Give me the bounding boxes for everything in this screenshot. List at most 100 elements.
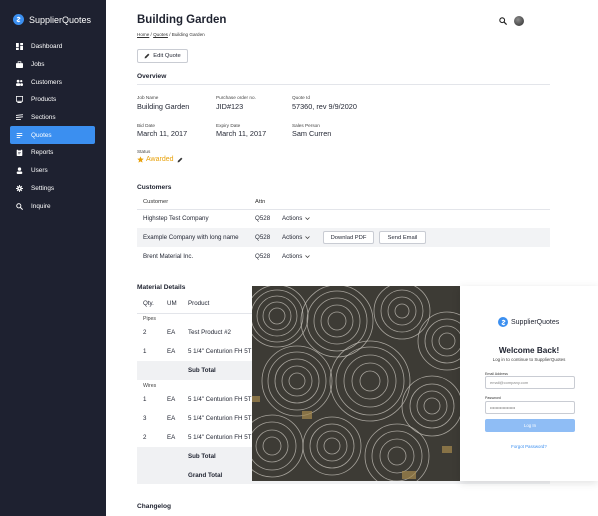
login-brand-name: SupplierQuotes (511, 318, 560, 326)
page-title: Building Garden (137, 14, 227, 26)
sidebar-item-label: Users (31, 167, 48, 175)
column-header-attn: Attn (255, 199, 266, 205)
brand-name: SupplierQuotes (29, 14, 92, 25)
customer-name: Highstep Test Company (143, 215, 209, 222)
grand-total-label: Grand Total (188, 471, 223, 479)
star-icon (137, 156, 144, 163)
login-card: SupplierQuotes Welcome Back! Log in to c… (460, 286, 598, 481)
gear-icon (16, 184, 23, 192)
actions-label: Actions (282, 234, 303, 241)
send-email-button[interactable]: Send Email (379, 231, 426, 244)
login-heading: Welcome Back! (498, 346, 560, 355)
user-icon (16, 167, 23, 175)
actions-dropdown[interactable]: Actions (282, 247, 311, 266)
column-header-um: UM (167, 300, 177, 307)
brand[interactable]: SupplierQuotes (13, 14, 91, 25)
login-button[interactable]: Log In (485, 419, 575, 432)
customer-name: Example Company with long name (143, 234, 239, 241)
monitor-icon (16, 96, 23, 104)
breadcrumb-quotes[interactable]: Quotes (153, 32, 168, 37)
sidebar-item-label: Customers (31, 78, 62, 86)
download-pdf-button[interactable]: Downlad PDF (323, 231, 374, 244)
customer-attn: Q528 (255, 215, 271, 222)
sidebar-item-inquire[interactable]: Inquire (10, 197, 95, 215)
sidebar-item-sections[interactable]: Sections (10, 109, 95, 127)
row-um: EA (167, 348, 176, 355)
sidebar-item-quotes[interactable]: Quotes (10, 126, 95, 145)
login-brand: SupplierQuotes (498, 317, 559, 327)
divider (137, 84, 550, 85)
expiry-date-value: March 11, 2017 (216, 129, 267, 138)
quote-id-value: 57360, rev 9/9/2020 (292, 102, 357, 111)
quote-id-label: Quote Id (292, 95, 310, 100)
subtotal-label: Sub Total (188, 453, 216, 460)
row-qty: 1 (143, 396, 147, 403)
status-text: Awarded (146, 156, 174, 163)
row-qty: 3 (143, 415, 147, 422)
edit-status-icon[interactable] (177, 157, 183, 163)
changelog-title: Changelog (137, 503, 172, 510)
table-row: Example Company with long name Q528 Acti… (137, 228, 550, 247)
column-header-customer: Customer (143, 199, 169, 205)
edit-quote-button[interactable]: Edit Quote (137, 49, 188, 63)
pencil-icon (144, 53, 150, 59)
sidebar-item-users[interactable]: Users (10, 162, 95, 180)
actions-label: Actions (282, 253, 303, 260)
group-label-wires: Wires (143, 383, 157, 389)
logo-icon (498, 317, 508, 327)
row-product: 5 1/4" Centurion FH 5T (188, 396, 252, 403)
chevron-down-icon (305, 255, 311, 258)
job-name-label: Job Name (137, 95, 159, 100)
sidebar-item-label: Jobs (31, 61, 45, 69)
expiry-date-label: Expiry Date (216, 123, 241, 128)
avatar[interactable] (514, 16, 524, 26)
sidebar-item-label: Sections (31, 114, 56, 122)
sidebar-item-settings[interactable]: Settings (10, 180, 95, 198)
list-icon (16, 132, 23, 139)
sidebar-item-customers[interactable]: Customers (10, 73, 95, 91)
table-row: Highstep Test Company Q528 Actions (137, 209, 550, 228)
sidebar-item-reports[interactable]: Reports (10, 144, 95, 162)
row-qty: 1 (143, 348, 147, 355)
edit-quote-label: Edit Quote (153, 53, 181, 59)
row-product: Test Product #2 (188, 329, 231, 336)
customer-attn: Q528 (255, 234, 271, 241)
row-qty: 2 (143, 434, 147, 441)
password-field[interactable]: •••••••••••••••••• (485, 401, 575, 414)
row-um: EA (167, 396, 176, 403)
sidebar-item-dashboard[interactable]: Dashboard (10, 38, 95, 56)
row-product: 5 1/4" Centurion FH 5T (188, 348, 252, 355)
sidebar-item-jobs[interactable]: Jobs (10, 56, 95, 74)
actions-dropdown[interactable]: Actions (282, 209, 311, 228)
po-label: Purchase order no. (216, 95, 256, 100)
customer-name: Brent Material Inc. (143, 253, 194, 260)
row-product: 5 1/4" Centurion FH 5T (188, 415, 252, 422)
sales-person-value: Sam Curren (292, 129, 332, 138)
wire-coils-image (252, 286, 460, 481)
email-field[interactable]: email@company.com (485, 376, 575, 389)
material-details-title: Material Details (137, 284, 186, 291)
people-icon (16, 79, 23, 86)
sidebar-item-products[interactable]: Products (10, 91, 95, 109)
forgot-password-link[interactable]: Forgot Password? (460, 444, 598, 449)
sales-person-label: Sales Person (292, 123, 320, 128)
chevron-down-icon (305, 236, 311, 239)
column-header-qty: Qty. (143, 300, 154, 307)
briefcase-icon (16, 61, 23, 69)
chevron-down-icon (305, 217, 311, 220)
sidebar-item-label: Dashboard (31, 43, 63, 51)
column-header-product: Product (188, 300, 210, 307)
actions-dropdown[interactable]: Actions (282, 228, 311, 247)
top-actions (499, 16, 524, 26)
bid-date-value: March 11, 2017 (137, 129, 188, 138)
customers-title: Customers (137, 184, 172, 191)
status-value: Awarded (137, 156, 183, 163)
actions-label: Actions (282, 215, 303, 222)
customers-table-header: Customer Attn (137, 195, 550, 209)
job-name-value: Building Garden (137, 102, 190, 111)
search-icon[interactable] (499, 17, 507, 25)
breadcrumb-home[interactable]: Home (137, 32, 149, 37)
customer-attn: Q528 (255, 253, 271, 260)
sidebar-item-label: Inquire (31, 202, 51, 210)
sidebar-item-label: Settings (31, 184, 55, 192)
